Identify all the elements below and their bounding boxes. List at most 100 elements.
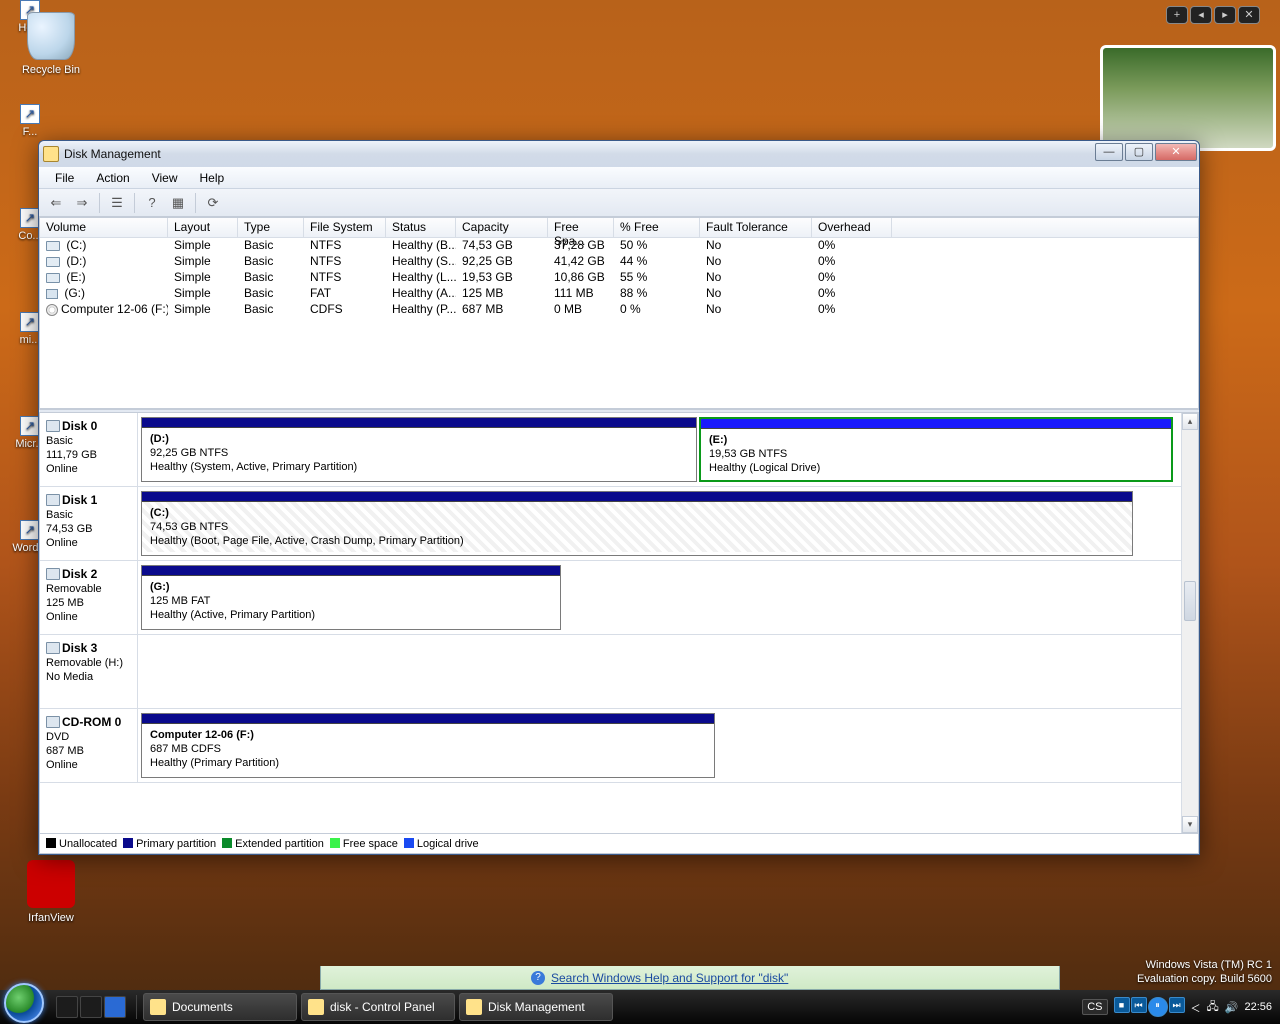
menu-view[interactable]: View <box>142 169 188 187</box>
toolbar-button-3[interactable]: ? <box>141 193 163 213</box>
gadget-control[interactable]: ✕ <box>1238 6 1260 24</box>
menu-file[interactable]: File <box>45 169 84 187</box>
task-icon <box>466 999 482 1015</box>
disk-row: Disk 3Removable (H:)No Media <box>40 635 1198 709</box>
disk-info[interactable]: Disk 1Basic74,53 GBOnline <box>40 487 138 560</box>
legend-item: Primary partition <box>123 838 216 850</box>
ql-ie[interactable] <box>104 996 126 1018</box>
sidebar-slideshow-gadget[interactable] <box>1100 45 1276 151</box>
scrollbar[interactable]: ▴ ▾ <box>1181 413 1198 833</box>
disk-row: Disk 0Basic111,79 GBOnline (D:)92,25 GB … <box>40 413 1198 487</box>
tray-volume-icon[interactable]: 🔊 <box>1225 1001 1239 1014</box>
taskbar-task[interactable]: disk - Control Panel <box>301 993 455 1021</box>
graphical-view: ▴ ▾ Disk 0Basic111,79 GBOnline (D:)92,25… <box>39 413 1199 834</box>
tray-network-icon[interactable]: 🖧 <box>1207 998 1219 1017</box>
taskbar-task[interactable]: Documents <box>143 993 297 1021</box>
legend-item: Unallocated <box>46 838 117 850</box>
partition-color-bar <box>142 566 560 576</box>
volume-row[interactable]: (C:) Simple Basic NTFS Healthy (B... 74,… <box>40 238 1198 254</box>
toolbar-button-4[interactable]: ▦ <box>167 193 189 213</box>
column-header[interactable]: Volume <box>40 218 168 237</box>
column-header[interactable]: Capacity <box>456 218 548 237</box>
menu-action[interactable]: Action <box>86 169 139 187</box>
partition[interactable]: (D:)92,25 GB NTFSHealthy (System, Active… <box>141 417 697 482</box>
column-header[interactable]: Fault Tolerance <box>700 218 812 237</box>
disk-partitions <box>138 635 1181 708</box>
toolbar-button-1[interactable]: ⇒ <box>71 193 93 213</box>
gadget-control[interactable]: ▸ <box>1214 6 1236 24</box>
tray-expand-icon[interactable]: ＜ <box>1191 1000 1201 1015</box>
ql-show-desktop[interactable] <box>56 996 78 1018</box>
disk-info[interactable]: Disk 3Removable (H:)No Media <box>40 635 138 708</box>
media-stop[interactable]: ■ <box>1114 997 1130 1013</box>
start-button[interactable] <box>4 983 44 1023</box>
taskbar-clock[interactable]: 22:56 <box>1244 1001 1272 1013</box>
volume-row[interactable]: (E:) Simple Basic NTFS Healthy (L... 19,… <box>40 270 1198 286</box>
task-icon <box>150 999 166 1015</box>
volume-list: VolumeLayoutTypeFile SystemStatusCapacit… <box>39 217 1199 409</box>
media-play[interactable]: ⏸ <box>1148 997 1168 1017</box>
maximize-button[interactable]: ▢ <box>1125 143 1153 161</box>
taskbar-tasks: Documentsdisk - Control PanelDisk Manage… <box>141 993 615 1021</box>
column-header[interactable]: Type <box>238 218 304 237</box>
taskbar-task[interactable]: Disk Management <box>459 993 613 1021</box>
disk-info[interactable]: Disk 2Removable125 MBOnline <box>40 561 138 634</box>
window-title: Disk Management <box>64 147 1195 161</box>
column-header[interactable]: Free Spa... <box>548 218 614 237</box>
recycle-bin-icon <box>27 12 75 60</box>
watermark: Windows Vista (TM) RC 1 Evaluation copy.… <box>1137 958 1272 986</box>
irfanview-icon <box>27 860 75 908</box>
column-header[interactable]: Overhead <box>812 218 892 237</box>
legend-item: Logical drive <box>404 838 479 850</box>
gadget-control[interactable]: + <box>1166 6 1188 24</box>
disk-management-window: Disk Management — ▢ ✕ FileActionViewHelp… <box>38 140 1200 855</box>
disk-row: Disk 1Basic74,53 GBOnline (C:)74,53 GB N… <box>40 487 1198 561</box>
scroll-down-button[interactable]: ▾ <box>1182 816 1198 833</box>
irfanview-shortcut[interactable]: IrfanView <box>12 860 90 924</box>
disk-info[interactable]: Disk 0Basic111,79 GBOnline <box>40 413 138 486</box>
toolbar-button-2[interactable]: ☰ <box>106 193 128 213</box>
shortcut-arrow-icon: ↗ <box>20 208 40 228</box>
disk-partitions: Computer 12-06 (F:)687 MB CDFSHealthy (P… <box>138 709 1181 782</box>
partition[interactable]: (E:)19,53 GB NTFSHealthy (Logical Drive) <box>699 417 1173 482</box>
partition-color-bar <box>701 419 1171 429</box>
disk-partitions: (G:)125 MB FATHealthy (Active, Primary P… <box>138 561 1181 634</box>
scroll-thumb[interactable] <box>1184 581 1196 621</box>
disk-partitions: (D:)92,25 GB NTFSHealthy (System, Active… <box>138 413 1181 486</box>
ql-switch-windows[interactable] <box>80 996 102 1018</box>
media-prev[interactable]: ⏮ <box>1131 997 1147 1013</box>
column-header[interactable]: Layout <box>168 218 238 237</box>
menu-help[interactable]: Help <box>190 169 235 187</box>
column-header[interactable]: Status <box>386 218 456 237</box>
disk-row: CD-ROM 0DVD687 MBOnline Computer 12-06 (… <box>40 709 1198 783</box>
gadget-control[interactable]: ◂ <box>1190 6 1212 24</box>
partition[interactable]: (C:)74,53 GB NTFSHealthy (Boot, Page Fil… <box>141 491 1133 556</box>
partition[interactable]: Computer 12-06 (F:)687 MB CDFSHealthy (P… <box>141 713 715 778</box>
volume-row[interactable]: (D:) Simple Basic NTFS Healthy (S... 92,… <box>40 254 1198 270</box>
column-header[interactable]: % Free <box>614 218 700 237</box>
disk-row: Disk 2Removable125 MBOnline (G:)125 MB F… <box>40 561 1198 635</box>
disk-info[interactable]: CD-ROM 0DVD687 MBOnline <box>40 709 138 782</box>
volume-row[interactable]: Computer 12-06 (F:) Simple Basic CDFS He… <box>40 302 1198 318</box>
help-search-strip[interactable]: ? Search Windows Help and Support for "d… <box>320 966 1060 990</box>
watermark-line2: Evaluation copy. Build 5600 <box>1137 972 1272 986</box>
minimize-button[interactable]: — <box>1095 143 1123 161</box>
toolbar-button-5[interactable]: ⟳ <box>202 193 224 213</box>
sidebar-gadget-controls: +◂▸✕ <box>1166 6 1260 24</box>
desktop-shortcut[interactable]: ↗F... <box>0 104 60 138</box>
volume-list-body: (C:) Simple Basic NTFS Healthy (B... 74,… <box>40 238 1198 408</box>
titlebar[interactable]: Disk Management — ▢ ✕ <box>39 141 1199 167</box>
column-header[interactable]: File System <box>304 218 386 237</box>
shortcut-arrow-icon: ↗ <box>20 520 40 540</box>
scroll-up-button[interactable]: ▴ <box>1182 413 1198 430</box>
volume-row[interactable]: (G:) Simple Basic FAT Healthy (A... 125 … <box>40 286 1198 302</box>
partition[interactable]: (G:)125 MB FATHealthy (Active, Primary P… <box>141 565 561 630</box>
media-next[interactable]: ⏭ <box>1169 997 1185 1013</box>
toolbar-button-0[interactable]: ⇐ <box>45 193 67 213</box>
recycle-bin[interactable]: Recycle Bin <box>12 12 90 76</box>
system-tray: CS ■ ⏮ ⏸ ⏭ ＜ 🖧 🔊 22:56 <box>1074 997 1280 1017</box>
watermark-line1: Windows Vista (TM) RC 1 <box>1137 958 1272 972</box>
language-indicator[interactable]: CS <box>1082 999 1107 1015</box>
disk-partitions: (C:)74,53 GB NTFSHealthy (Boot, Page Fil… <box>138 487 1181 560</box>
close-button[interactable]: ✕ <box>1155 143 1197 161</box>
